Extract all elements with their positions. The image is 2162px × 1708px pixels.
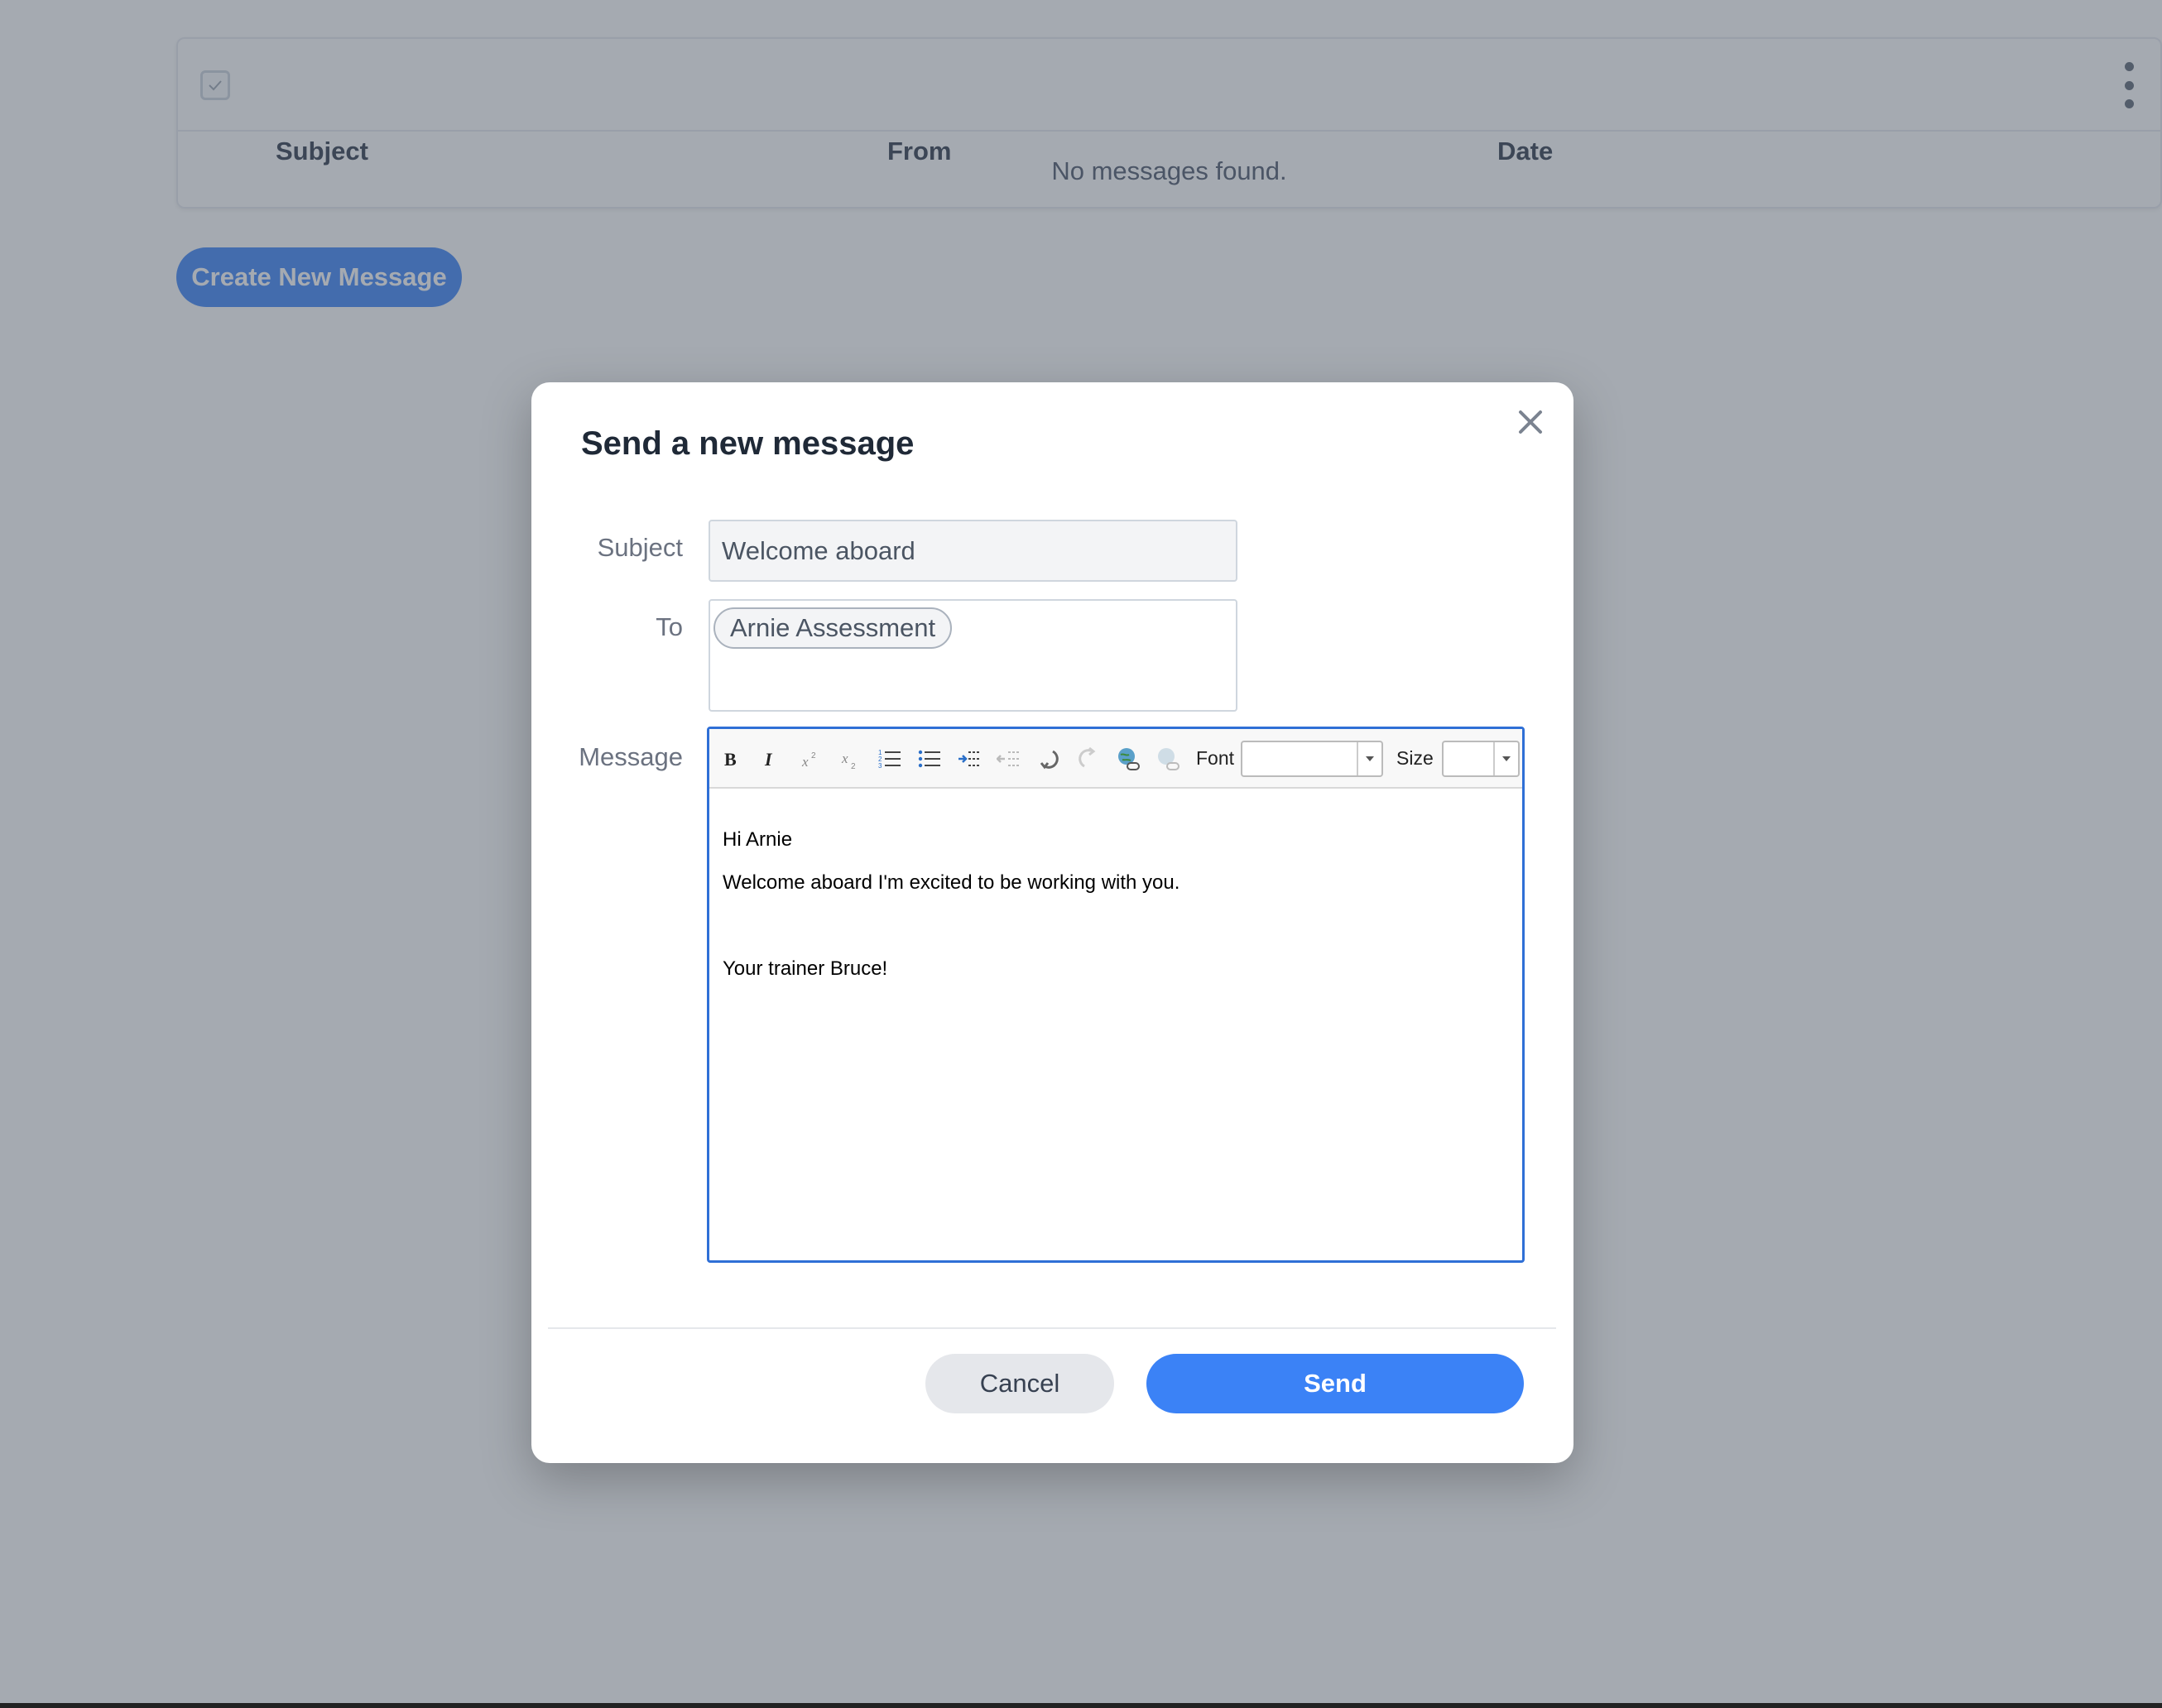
body-line: Welcome aboard I'm excited to be working… [723,871,1180,894]
superscript-icon[interactable]: x2 [797,746,824,772]
svg-text:2: 2 [851,762,856,771]
svg-text:2: 2 [811,751,816,760]
recipients-field[interactable]: Arnie Assessment [709,599,1237,712]
body-line [723,904,1509,948]
svg-text:x: x [801,754,809,770]
size-label: Size [1396,747,1434,769]
insert-link-icon[interactable] [1115,746,1141,772]
send-button[interactable]: Send [1146,1354,1524,1413]
cancel-button[interactable]: Cancel [925,1354,1114,1413]
bold-icon[interactable]: B [718,746,744,772]
indent-icon[interactable] [956,746,983,772]
svg-text:B: B [724,749,737,770]
subject-input[interactable] [709,520,1237,582]
svg-text:x: x [841,751,848,766]
outdent-icon[interactable] [996,746,1022,772]
subject-label: Subject [597,533,683,562]
close-icon [1519,410,1542,434]
unordered-list-icon[interactable] [916,746,943,772]
editor-toolbar: B I x2 x2 123 Font Size [709,729,1522,789]
remove-link-icon[interactable] [1155,746,1181,772]
close-button[interactable] [1512,404,1549,440]
to-label: To [656,612,683,641]
subscript-icon[interactable]: x2 [837,746,863,772]
font-select[interactable] [1241,741,1383,777]
body-line: Hi Arnie [723,828,793,851]
svg-text:3: 3 [878,762,882,770]
svg-text:I: I [764,749,773,770]
message-body[interactable]: Hi Arnie Welcome aboard I'm excited to b… [709,789,1522,1260]
redo-icon[interactable] [1075,746,1102,772]
dialog-title: Send a new message [581,425,915,462]
chevron-down-icon [1493,742,1518,775]
recipient-chip[interactable]: Arnie Assessment [713,607,953,649]
message-label: Message [579,742,683,771]
font-label: Font [1196,747,1235,769]
footer-divider [548,1327,1556,1329]
send-message-dialog: Send a new message Subject To Arnie Asse… [531,382,1573,1463]
chevron-down-icon [1357,742,1381,775]
message-editor[interactable]: B I x2 x2 123 Font Size Hi Arnie Welcome… [707,727,1525,1263]
undo-icon[interactable] [1035,746,1062,772]
screen-bottom-edge [0,1703,2162,1708]
ordered-list-icon[interactable]: 123 [877,746,903,772]
size-select[interactable] [1442,741,1520,777]
body-line: Your trainer Bruce! [723,957,888,980]
italic-icon[interactable]: I [757,746,784,772]
